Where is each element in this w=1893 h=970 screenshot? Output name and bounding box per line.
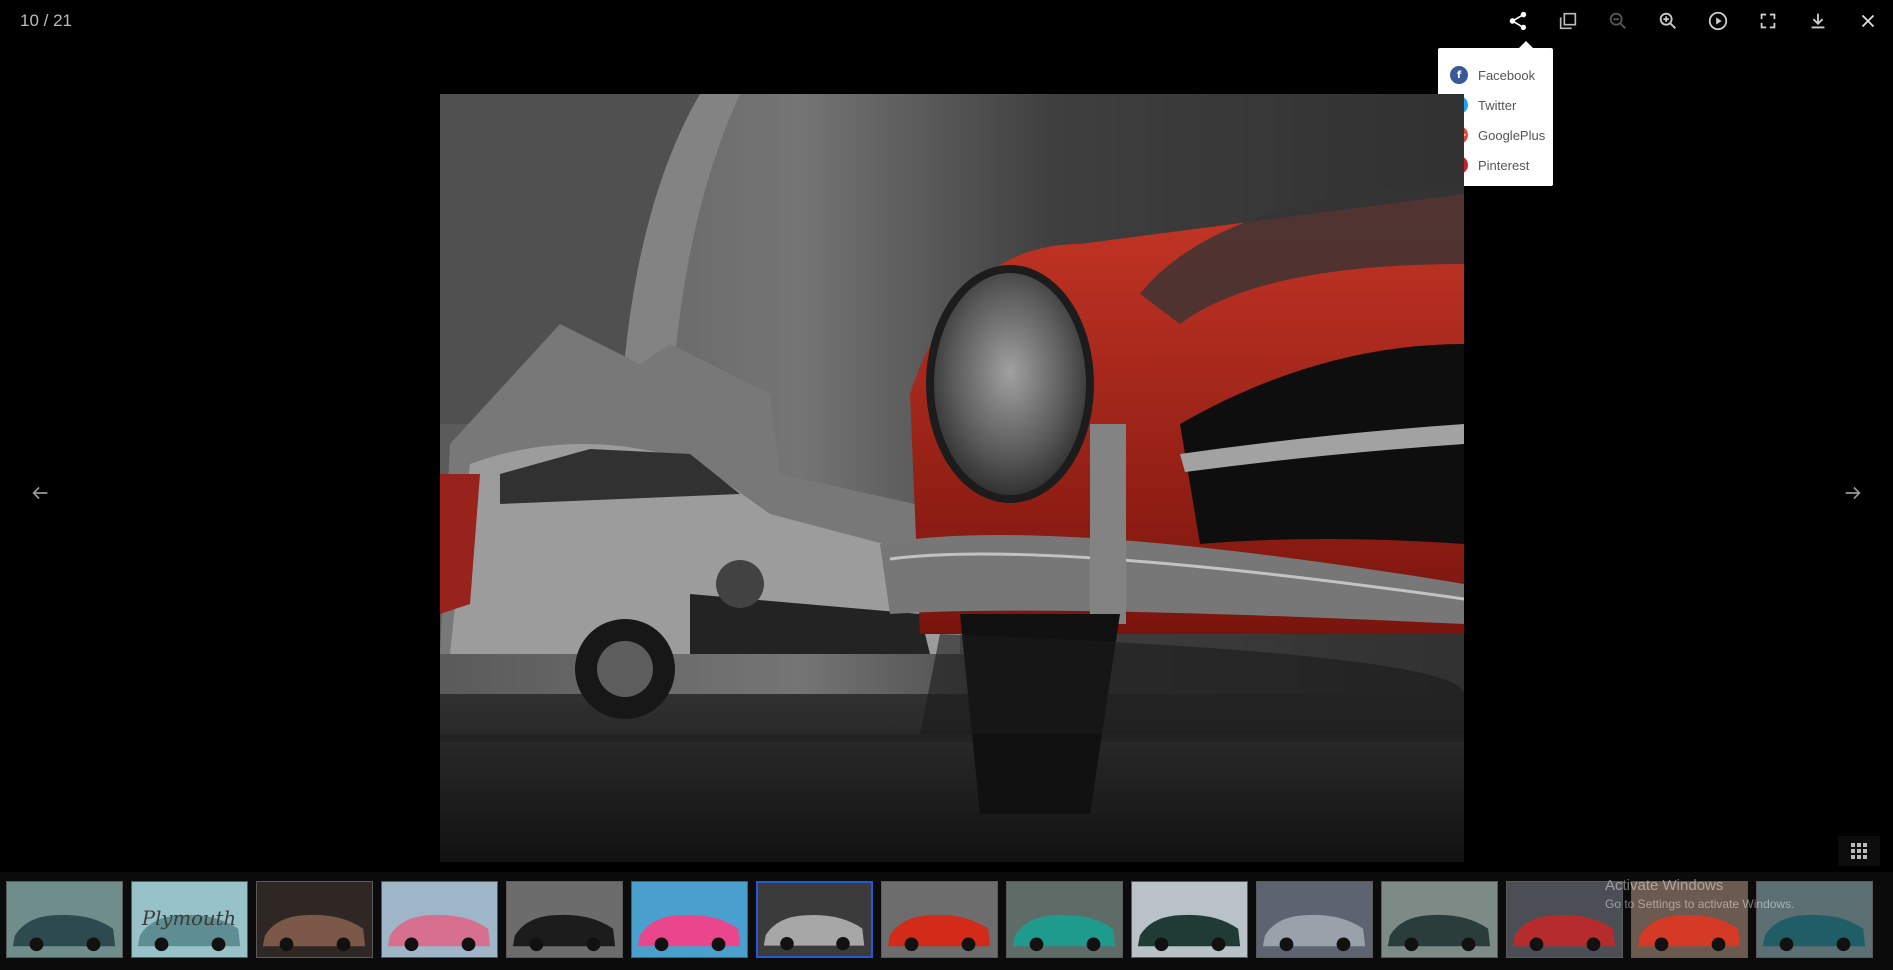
counter-total: 21 [53, 11, 73, 30]
image-counter: 10 / 21 [20, 10, 72, 32]
thumbnail-item[interactable] [1131, 881, 1248, 958]
thumbnail-image [382, 882, 497, 957]
zoom-in-icon [1659, 12, 1676, 29]
autoplay-button[interactable] [1693, 0, 1743, 42]
thumbnail-item[interactable] [256, 881, 373, 958]
zoom-in-button[interactable] [1643, 0, 1693, 42]
lightbox-viewer: 10 / 21 f Facebook Twitter GooglePlus Pi… [0, 0, 1893, 970]
thumbnail-image [507, 882, 622, 957]
zoom-out-button[interactable] [1593, 0, 1643, 42]
fullscreen-icon [1760, 13, 1776, 29]
thumbnail-item[interactable] [756, 881, 873, 958]
counter-separator: / [38, 11, 54, 30]
thumbnail-button[interactable] [1543, 0, 1593, 42]
share-item-label: Pinterest [1478, 157, 1530, 173]
arrow-right-icon [1845, 486, 1861, 500]
share-icon [1509, 11, 1527, 31]
thumbnail-image [1007, 882, 1122, 957]
thumbnail-image [1632, 882, 1747, 957]
grid-icon [1851, 843, 1867, 859]
play-icon [1708, 11, 1728, 31]
thumbnail-item[interactable] [1631, 881, 1748, 958]
thumbnail-image [257, 882, 372, 957]
fullscreen-button[interactable] [1743, 0, 1793, 42]
thumbnail-image: Plymouth [132, 882, 247, 957]
facebook-icon: f [1450, 66, 1468, 84]
share-item-label: Twitter [1478, 97, 1517, 113]
thumbnail-item[interactable] [1506, 881, 1623, 958]
thumbnail-item[interactable] [6, 881, 123, 958]
thumbnail-item[interactable] [631, 881, 748, 958]
share-item-facebook[interactable]: f Facebook [1438, 60, 1553, 90]
close-button[interactable] [1843, 0, 1893, 42]
thumbnail-item[interactable] [1256, 881, 1373, 958]
grid-toggle-button[interactable] [1838, 836, 1880, 866]
close-icon [1861, 14, 1875, 28]
main-image[interactable] [440, 94, 1464, 862]
thumbnail-image [882, 882, 997, 957]
thumbnail-image [7, 882, 122, 957]
zoom-out-icon [1609, 12, 1626, 29]
thumbnail-item[interactable] [1006, 881, 1123, 958]
next-button[interactable] [1833, 476, 1873, 510]
thumbnail-image [1257, 882, 1372, 957]
copy-icon [1559, 12, 1577, 30]
share-button[interactable] [1493, 0, 1543, 42]
thumbnail-image [758, 883, 871, 956]
thumbnail-image [632, 882, 747, 957]
thumbnail-image [1757, 882, 1872, 957]
thumbnail-image [1507, 882, 1622, 957]
thumbnail-item[interactable] [1756, 881, 1873, 958]
toolbar [1493, 0, 1893, 42]
thumbnail-item[interactable] [506, 881, 623, 958]
thumbnail-image [1132, 882, 1247, 957]
thumbnail-caption: Plymouth [141, 907, 236, 930]
thumbnail-item[interactable] [881, 881, 998, 958]
counter-current: 10 [20, 11, 39, 30]
share-item-label: Facebook [1478, 67, 1536, 83]
thumbnail-track: Plymouth [0, 881, 1881, 958]
share-item-label: GooglePlus [1478, 127, 1546, 143]
download-button[interactable] [1793, 0, 1843, 42]
download-icon [1811, 13, 1825, 29]
thumbnail-strip: Plymouth [0, 872, 1893, 970]
thumbnail-item[interactable] [1381, 881, 1498, 958]
thumbnail-item[interactable]: Plymouth [131, 881, 248, 958]
thumbnail-item[interactable] [381, 881, 498, 958]
thumbnail-image [1382, 882, 1497, 957]
car-photo [440, 94, 1464, 862]
prev-button[interactable] [20, 476, 60, 510]
arrow-left-icon [32, 486, 48, 500]
facebook-badge-glyph: f [1456, 69, 1462, 81]
